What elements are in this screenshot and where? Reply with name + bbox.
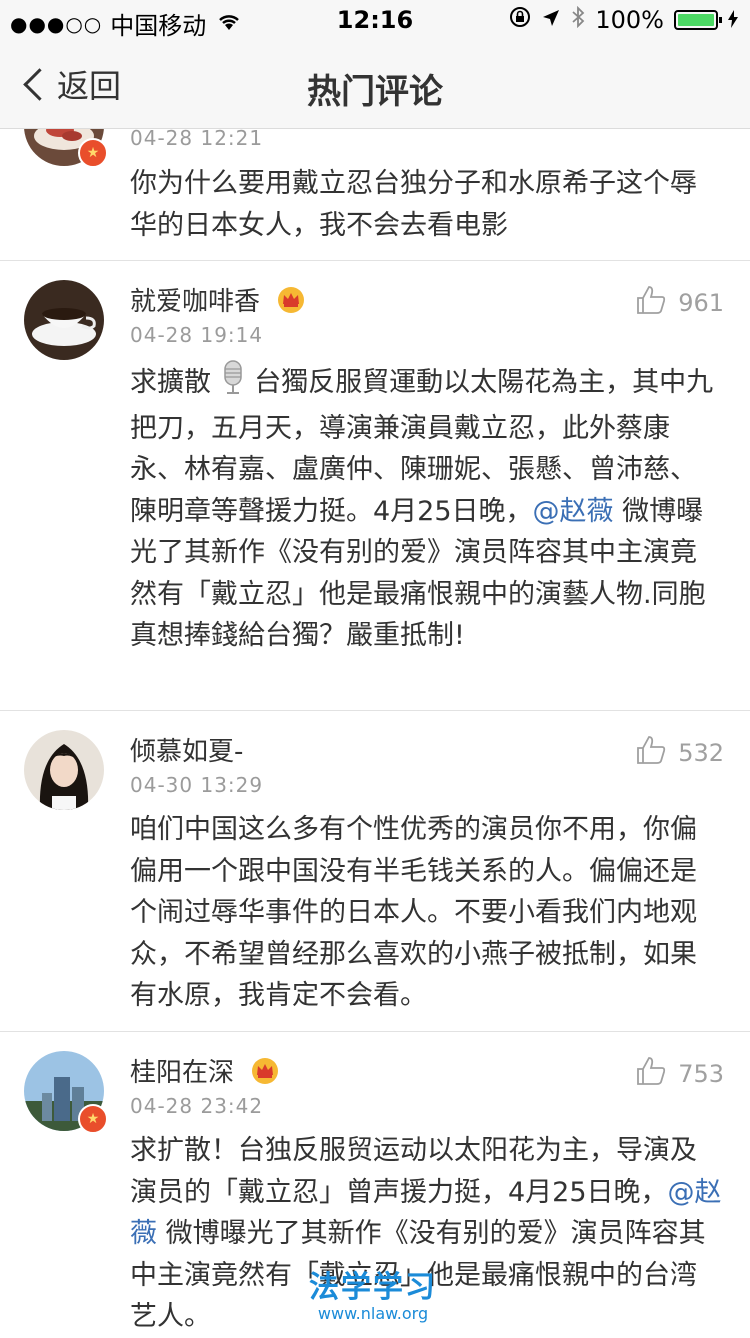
thumbs-up-icon — [636, 285, 666, 321]
battery-icon — [674, 10, 722, 30]
comment-time: 04-28 12:21 — [130, 126, 264, 150]
bluetooth-icon — [571, 5, 585, 34]
username-label: 就爱咖啡香 — [130, 287, 261, 317]
watermark-title: 法学学习 — [309, 1270, 437, 1305]
username-label: 桂阳在深 — [130, 1058, 235, 1088]
verified-badge-icon: ★ — [78, 1104, 108, 1134]
thumbs-up-icon — [636, 1056, 666, 1092]
comment-item[interactable]: 就爱咖啡香 961 04-28 19:14 求擴散 台獨反服貿運動以太陽花為主，… — [0, 261, 750, 711]
avatar[interactable] — [24, 280, 104, 360]
avatar[interactable] — [24, 730, 104, 810]
comment-username[interactable]: 倾慕如夏- — [130, 731, 243, 768]
status-bar: ●●●○○ 中国移动 12:16 100% — [0, 0, 750, 40]
crown-icon — [250, 1056, 280, 1091]
like-button[interactable]: 753 — [636, 1056, 724, 1092]
like-button[interactable]: 961 — [636, 285, 724, 321]
like-count: 753 — [678, 1060, 724, 1088]
comment-time: 04-30 13:29 — [130, 773, 264, 797]
battery-fill — [678, 14, 714, 26]
charging-icon — [728, 6, 738, 34]
mention-link[interactable]: @赵薇 — [533, 496, 614, 527]
comment-text: 你为什么要用戴立忍台独分子和水原希子这个辱华的日本女人，我不会去看电影 — [130, 168, 697, 241]
location-icon — [541, 6, 561, 34]
comment-item[interactable]: 倾慕如夏- 532 04-30 13:29 咱们中国这么多有个性优秀的演员你不用… — [0, 711, 750, 1032]
watermark: 法学学习 www.nlaw.org — [308, 1272, 438, 1324]
comment-text: 求擴散 台獨反服貿運動以太陽花為主，其中九把刀，五月天，導演兼演員戴立忍，此外蔡… — [130, 359, 722, 657]
crown-icon — [276, 285, 306, 320]
watermark-url: www.nlaw.org — [317, 1304, 429, 1323]
comment-username[interactable]: 就爱咖啡香 — [130, 281, 306, 320]
username-label: 倾慕如夏- — [130, 737, 244, 767]
header: ●●●○○ 中国移动 12:16 100% 返回 热门评论 — [0, 0, 750, 129]
comment-time: 04-28 19:14 — [130, 323, 264, 347]
comment-username[interactable]: 桂阳在深 — [130, 1052, 280, 1091]
like-button[interactable]: 532 — [636, 735, 724, 771]
verified-badge-icon: ★ — [78, 138, 108, 168]
status-right: 100% — [509, 5, 738, 34]
thumbs-up-icon — [636, 735, 666, 771]
like-count: 961 — [678, 289, 724, 317]
nav-bar: 返回 热门评论 — [0, 40, 750, 128]
battery-tip — [719, 17, 722, 23]
comment-text-part: 求擴散 — [130, 366, 211, 398]
rotation-lock-icon — [509, 6, 531, 34]
battery-percent: 100% — [595, 6, 664, 34]
like-count: 532 — [678, 739, 724, 767]
microphone-icon — [220, 359, 246, 408]
page-title: 热门评论 — [307, 72, 443, 112]
comment-text-part: 求扩散！台独反服贸运动以太阳花为主，导演及演员的「戴立忍」曾声援力挺，4月25日… — [130, 1135, 697, 1208]
comment-time: 04-28 23:42 — [130, 1094, 264, 1118]
comment-text: 咱们中国这么多有个性优秀的演员你不用，你偏偏用一个跟中国没有半毛钱关系的人。偏偏… — [130, 814, 697, 1011]
